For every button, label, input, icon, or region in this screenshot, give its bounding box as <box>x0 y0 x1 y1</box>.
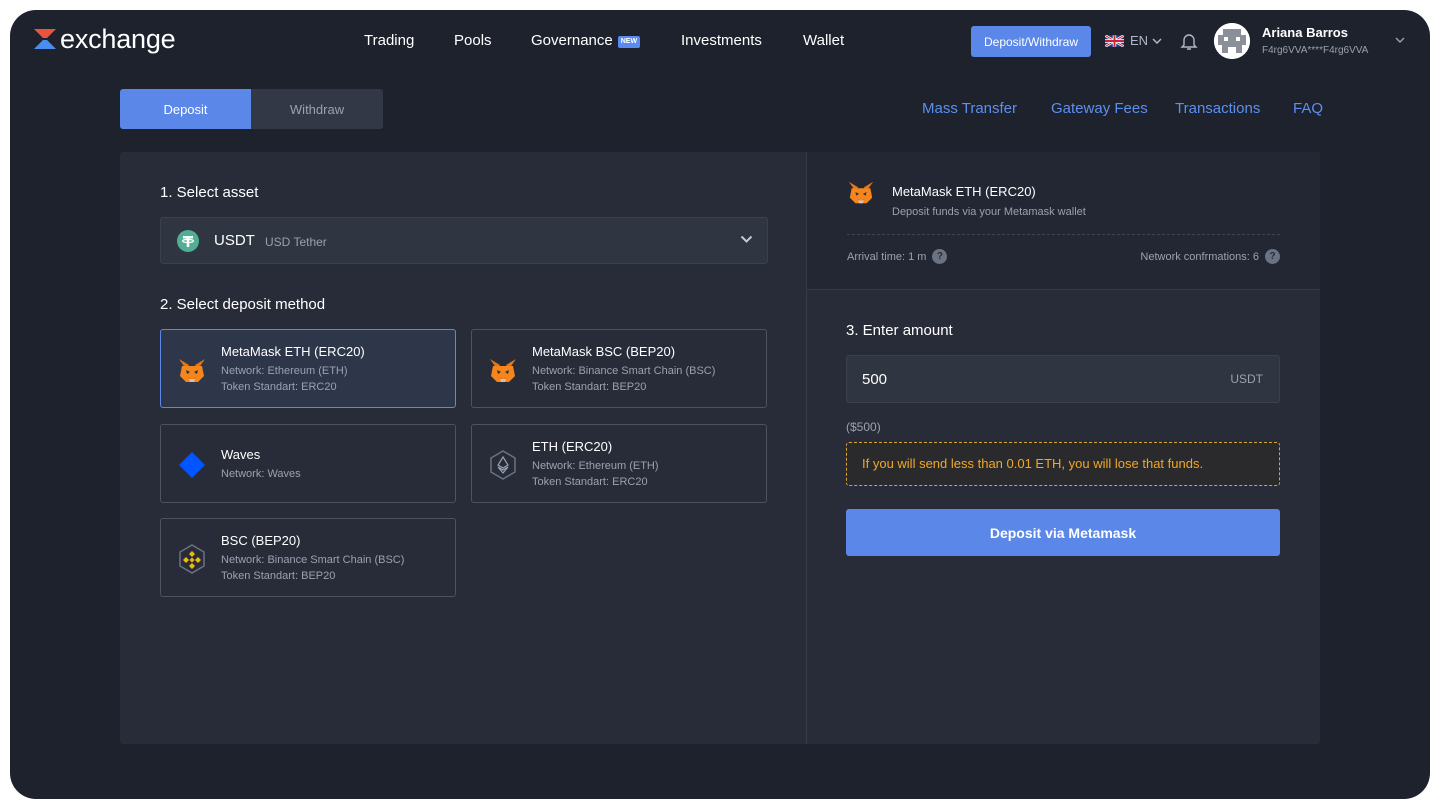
section-divider <box>807 289 1320 290</box>
user-menu-chevron-icon[interactable] <box>1395 37 1405 43</box>
amount-unit: USDT <box>1230 372 1263 386</box>
enter-amount-label: 3. Enter amount <box>846 322 953 339</box>
chevron-down-icon <box>1152 37 1162 44</box>
selected-method-description: Deposit funds via your Metamask wallet <box>892 206 1086 218</box>
method-standard: Token Standart: ERC20 <box>221 381 337 393</box>
method-network: Network: Waves <box>221 468 301 480</box>
method-info-box <box>807 152 1320 289</box>
method-metamask-eth[interactable]: MetaMask ETH (ERC20) Network: Ethereum (… <box>160 329 456 408</box>
method-title: ETH (ERC20) <box>532 439 613 454</box>
language-label: EN <box>1130 33 1149 48</box>
select-method-label: 2. Select deposit method <box>160 296 326 313</box>
pixel-avatar-icon <box>1214 23 1250 59</box>
top-header: exchange Trading Pools Governance NEW Inv… <box>10 10 1430 72</box>
method-standard: Token Standart: BEP20 <box>221 570 336 582</box>
method-title: Waves <box>221 447 261 462</box>
info-separator <box>847 234 1280 235</box>
panel-divider <box>806 152 807 744</box>
method-metamask-bsc[interactable]: MetaMask BSC (BEP20) Network: Binance Sm… <box>471 329 767 408</box>
avatar[interactable] <box>1214 23 1250 59</box>
nav-investments[interactable]: Investments <box>681 32 762 50</box>
amount-input[interactable] <box>847 356 1207 402</box>
asset-symbol: USDT <box>214 232 255 249</box>
mass-transfer-link[interactable]: Mass Transfer <box>922 100 1017 117</box>
user-id: F4rg6VVA****F4rg6VVA <box>1262 45 1369 56</box>
bell-icon[interactable] <box>1180 31 1198 51</box>
network-confirmations: Network confrmations: 6 ? <box>1140 249 1280 264</box>
amount-field[interactable]: USDT <box>846 355 1280 403</box>
asset-select[interactable]: USDT USD Tether <box>160 217 768 264</box>
method-bsc[interactable]: BSC (BEP20) Network: Binance Smart Chain… <box>160 518 456 597</box>
deposit-panel: 1. Select asset USDT USD Tether 2. Selec… <box>120 152 1320 744</box>
selected-method-title: MetaMask ETH (ERC20) <box>892 184 1036 199</box>
nav-pools[interactable]: Pools <box>454 32 492 50</box>
method-title: MetaMask BSC (BEP20) <box>532 344 676 359</box>
asset-name: USD Tether <box>265 235 327 249</box>
method-title: BSC (BEP20) <box>221 533 301 548</box>
confirmations-text: Network confrmations: 6 <box>1140 250 1259 263</box>
uk-flag-icon <box>1105 34 1124 47</box>
faq-link[interactable]: FAQ <box>1293 100 1323 117</box>
method-eth[interactable]: ETH (ERC20) Network: Ethereum (ETH) Toke… <box>471 424 767 503</box>
metamask-fox-icon <box>179 359 205 382</box>
arrival-time-text: Arrival time: 1 m <box>847 250 927 263</box>
user-name: Ariana Barros <box>1262 25 1348 40</box>
method-standard: Token Standart: ERC20 <box>532 476 648 488</box>
nav-trading[interactable]: Trading <box>364 32 414 50</box>
new-badge: NEW <box>617 36 641 48</box>
ethereum-icon <box>490 450 516 480</box>
language-selector[interactable]: EN <box>1105 33 1162 48</box>
method-network: Network: Ethereum (ETH) <box>221 365 348 377</box>
waves-diamond-icon <box>179 452 205 478</box>
gateway-fees-link[interactable]: Gateway Fees <box>1051 100 1148 117</box>
metamask-fox-icon <box>848 181 874 204</box>
arrival-time: Arrival time: 1 m ? <box>847 249 948 264</box>
method-standard: Token Standart: BEP20 <box>532 381 647 393</box>
amount-usd-equivalent: ($500) <box>846 420 881 434</box>
method-waves[interactable]: Waves Network: Waves <box>160 424 456 503</box>
binance-icon <box>179 544 205 574</box>
app-window: exchange Trading Pools Governance NEW Inv… <box>10 10 1430 799</box>
method-title: MetaMask ETH (ERC20) <box>221 344 365 359</box>
help-icon[interactable]: ? <box>932 249 948 264</box>
metamask-fox-icon <box>490 359 516 382</box>
deposit-via-metamask-button[interactable]: Deposit via Metamask <box>846 509 1280 556</box>
deposit-withdraw-button[interactable]: Deposit/Withdraw <box>971 26 1091 57</box>
nav-wallet[interactable]: Wallet <box>803 32 844 50</box>
method-network: Network: Binance Smart Chain (BSC) <box>221 554 405 566</box>
minimum-amount-warning: If you will send less than 0.01 ETH, you… <box>846 442 1280 486</box>
nav-governance-label: Governance <box>531 32 613 49</box>
method-network: Network: Binance Smart Chain (BSC) <box>532 365 716 377</box>
nav-governance[interactable]: Governance NEW <box>531 32 641 50</box>
transactions-link[interactable]: Transactions <box>1175 100 1260 117</box>
top-links: Mass Transfer Gateway Fees Transactions … <box>10 100 1430 120</box>
chevron-down-icon <box>740 235 753 243</box>
help-icon[interactable]: ? <box>1265 249 1280 264</box>
select-asset-label: 1. Select asset <box>160 184 259 201</box>
method-network: Network: Ethereum (ETH) <box>532 460 659 472</box>
tether-icon <box>177 230 199 252</box>
